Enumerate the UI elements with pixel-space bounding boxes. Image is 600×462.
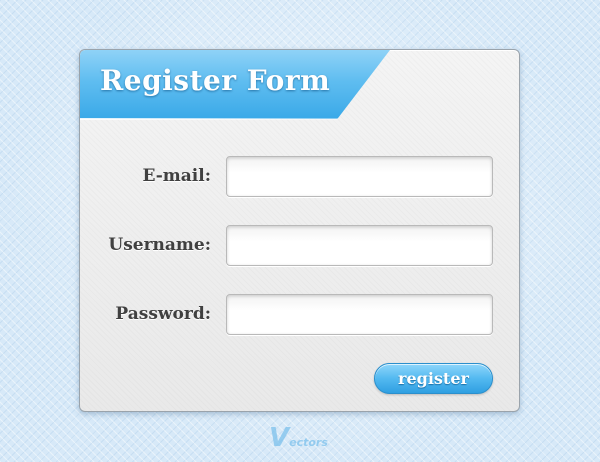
password-field[interactable] <box>226 294 493 335</box>
email-field[interactable] <box>226 156 493 197</box>
register-form-panel: Register Form E-mail: Username: Password… <box>79 49 520 412</box>
email-label: E-mail: <box>142 166 211 186</box>
vectors-logo: Vectors <box>269 423 328 453</box>
register-button[interactable]: register <box>374 363 493 394</box>
form-title: Register Form <box>100 64 331 97</box>
logo-letter: V <box>269 423 290 453</box>
header-divider <box>80 118 338 120</box>
logo-text: ectors <box>289 436 328 449</box>
username-field[interactable] <box>226 225 493 266</box>
username-label: Username: <box>108 235 211 255</box>
password-label: Password: <box>115 304 211 324</box>
